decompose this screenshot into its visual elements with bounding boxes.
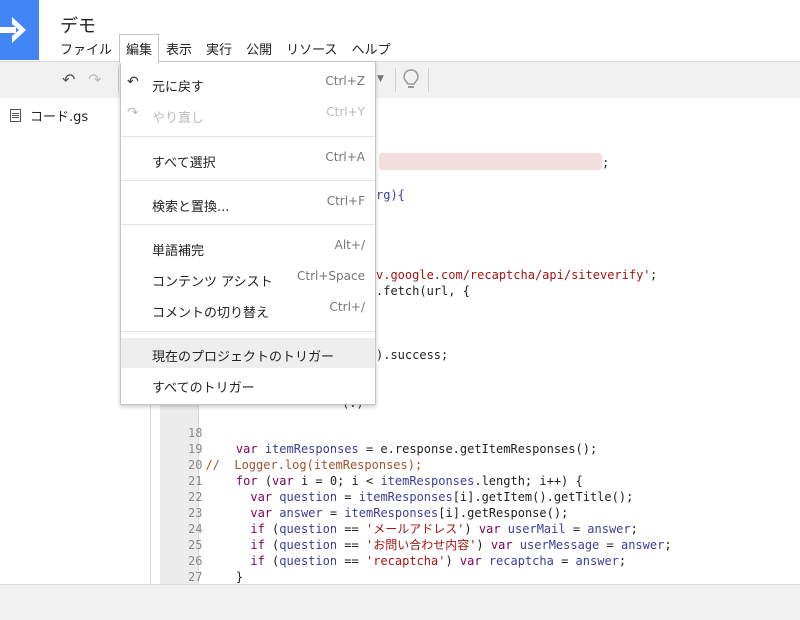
code-line: 23 var answer = itemResponses[i].getResp…: [160, 489, 568, 520]
code-token: ;: [618, 554, 627, 568]
code-line: 20// Logger.log(itemResponses);: [152, 441, 422, 472]
code-line: 26 if (question == 'recaptcha') var reca…: [160, 537, 626, 568]
toolbar-divider: [118, 68, 119, 92]
code-token: answer: [575, 554, 619, 568]
code-line: 24 if (question == 'メールアドレス') var userMa…: [160, 505, 638, 536]
menu-item-label: 単語補完: [152, 244, 205, 259]
shortcut-label: Ctrl+A: [325, 150, 365, 164]
menu-edit[interactable]: 編集: [119, 34, 160, 63]
undo-icon: ↶: [127, 74, 139, 90]
menu-item-content-assist[interactable]: コンテンツ アシスト Ctrl+Space: [121, 263, 375, 293]
code-line: 25 if (question == 'お問い合わせ内容') var userM…: [160, 521, 672, 552]
menu-item-redo[interactable]: ↷ やり直し Ctrl+Y: [121, 99, 375, 129]
menu-divider: [121, 180, 375, 181]
code-fragment: ).success;: [376, 348, 449, 362]
redacted-text: [379, 153, 602, 170]
menu-file[interactable]: ファイル: [53, 34, 119, 58]
code-fragment: v.google.com/recaptcha/api/siteverify': [376, 268, 651, 282]
code-token: recaptcha: [488, 554, 554, 568]
menu-item-label: 元に戻す: [152, 80, 205, 95]
lightbulb-icon[interactable]: [402, 68, 420, 92]
code-token: answer: [620, 538, 665, 552]
shortcut-label: Alt+/: [334, 238, 365, 252]
app-logo[interactable]: [0, 0, 39, 60]
file-item-code[interactable]: コード.gs: [10, 106, 88, 125]
arrow-right-icon: [0, 17, 26, 43]
menu-item-undo[interactable]: ↶ 元に戻す Ctrl+Z: [121, 68, 375, 98]
code-token: question: [279, 554, 338, 568]
shortcut-label: Ctrl+/: [329, 300, 365, 314]
file-icon: [10, 109, 21, 122]
menu-run[interactable]: 実行: [199, 34, 239, 58]
menu-divider: [121, 136, 375, 137]
menu-help[interactable]: ヘルプ: [344, 34, 397, 58]
menu-publish[interactable]: 公開: [239, 34, 279, 58]
menu-item-label: 検索と置換...: [152, 200, 230, 215]
code-token: var: [459, 554, 482, 568]
menu-item-select-all[interactable]: すべて選択 Ctrl+A: [121, 144, 375, 174]
menu-resources[interactable]: リソース: [279, 34, 344, 58]
toolbar-divider: [395, 68, 396, 92]
file-name: コード.gs: [30, 110, 89, 125]
menu-item-current-project-triggers[interactable]: 現在のプロジェクトのトリガー: [121, 338, 375, 368]
code-line: 21 for (var i = 0; i < itemResponses.len…: [160, 457, 583, 488]
code-fragment: .fetch(url, {: [376, 284, 470, 298]
code-line: 27 }: [160, 553, 243, 584]
code-token: if: [250, 554, 265, 568]
code-fragment: ;: [602, 156, 610, 170]
menu-item-word-complete[interactable]: 単語補完 Alt+/: [121, 232, 375, 262]
menu-item-label: すべてのトリガー: [152, 381, 255, 396]
menu-bar: ファイル 編集 表示 実行 公開 リソース ヘルプ: [53, 34, 397, 63]
shortcut-label: Ctrl+Space: [297, 269, 365, 283]
menu-item-label: コメントの切り替え: [152, 306, 270, 321]
menu-item-label: すべて選択: [152, 156, 216, 171]
code-fragment: ;: [650, 268, 658, 282]
redo-icon: ↷: [127, 105, 139, 121]
code-line: 19 var itemResponses = e.response.getIte…: [160, 425, 597, 456]
menu-divider: [121, 224, 375, 225]
code-line: 22 var question = itemResponses[i].getIt…: [160, 473, 633, 504]
code-fragment: rg){: [376, 188, 405, 202]
redo-icon[interactable]: ↷: [88, 70, 101, 89]
code-string: 'recaptcha': [365, 554, 446, 568]
code-token: }: [221, 570, 244, 584]
shortcut-label: Ctrl+Y: [326, 105, 365, 119]
menu-divider: [121, 331, 375, 332]
menu-item-label: コンテンツ アシスト: [152, 275, 273, 290]
code-line: 18: [160, 409, 221, 440]
code-token: ;: [664, 538, 672, 552]
code-token: =: [553, 554, 576, 568]
edit-menu-dropdown: ↶ 元に戻す Ctrl+Z ↷ やり直し Ctrl+Y すべて選択 Ctrl+A…: [120, 61, 376, 405]
undo-icon[interactable]: ↶: [62, 70, 75, 89]
code-token: (: [264, 554, 280, 568]
menu-item-label: 現在のプロジェクトのトリガー: [152, 350, 335, 365]
code-token: ): [445, 554, 460, 568]
code-line: 28: [160, 569, 221, 600]
code-token: ==: [337, 554, 366, 568]
menu-item-all-triggers[interactable]: すべてのトリガー: [121, 369, 375, 399]
toolbar-divider: [428, 68, 429, 92]
shortcut-label: Ctrl+Z: [325, 74, 365, 88]
chevron-down-icon[interactable]: ▼: [377, 74, 384, 84]
menu-item-find-replace[interactable]: 検索と置換... Ctrl+F: [121, 188, 375, 218]
menu-view[interactable]: 表示: [159, 34, 199, 58]
menu-item-toggle-comment[interactable]: コメントの切り替え Ctrl+/: [121, 294, 375, 324]
shortcut-label: Ctrl+F: [326, 194, 365, 208]
menu-item-label: やり直し: [152, 111, 205, 126]
status-bar: [0, 584, 800, 620]
